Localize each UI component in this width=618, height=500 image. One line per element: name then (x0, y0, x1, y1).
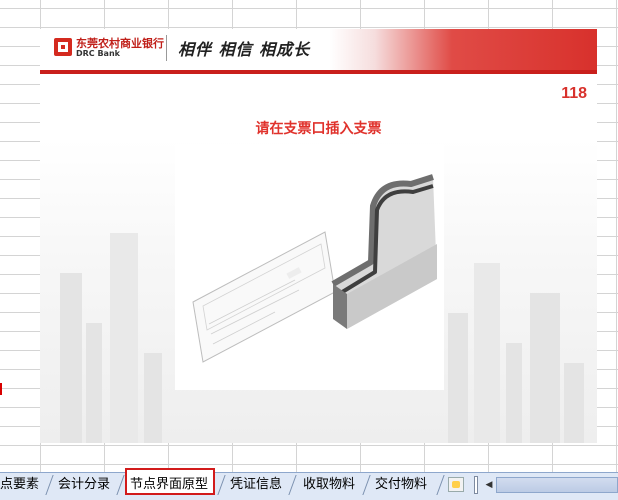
tab-separator (217, 475, 226, 495)
scroll-left-arrow-icon[interactable]: ◀ (482, 476, 496, 494)
tab-separator (116, 475, 125, 495)
tab-receive-materials[interactable]: 收取物料 (303, 474, 355, 496)
bank-logo-icon (54, 38, 72, 56)
bank-name-en: DRC Bank (76, 49, 120, 58)
red-marker (0, 383, 2, 395)
insert-sheet-icon[interactable] (448, 477, 464, 492)
embedded-slide-image[interactable]: 东莞农村商业银行 DRC Bank 相伴 相信 相成长 118 请在支票口插入支… (40, 29, 597, 443)
tab-deliver-materials[interactable]: 交付物料 (375, 474, 427, 496)
tab-voucher-info[interactable]: 凭证信息 (230, 474, 282, 496)
tab-split-handle[interactable] (474, 476, 478, 494)
tab-element[interactable]: 点要素 (0, 474, 39, 496)
header-divider (166, 35, 167, 61)
tab-accounting-entry[interactable]: 会计分录 (58, 474, 110, 496)
check-insertion-illustration (175, 144, 444, 390)
tab-separator (436, 475, 445, 495)
header-banner-stripe (40, 70, 597, 74)
check-insert-icon (192, 174, 437, 363)
sheet-tab-bar: 点要素 会计分录 节点界面原型 凭证信息 收取物料 交付物料 ◀ (0, 468, 618, 500)
page-number: 118 (561, 85, 587, 102)
horizontal-scrollbar[interactable] (496, 477, 618, 493)
tab-separator (288, 475, 297, 495)
instruction-text: 请在支票口插入支票 (255, 121, 382, 137)
tab-separator (45, 475, 54, 495)
tab-separator (362, 475, 371, 495)
tab-node-ui-prototype[interactable]: 节点界面原型 (130, 474, 208, 496)
bank-slogan: 相伴 相信 相成长 (178, 40, 311, 59)
